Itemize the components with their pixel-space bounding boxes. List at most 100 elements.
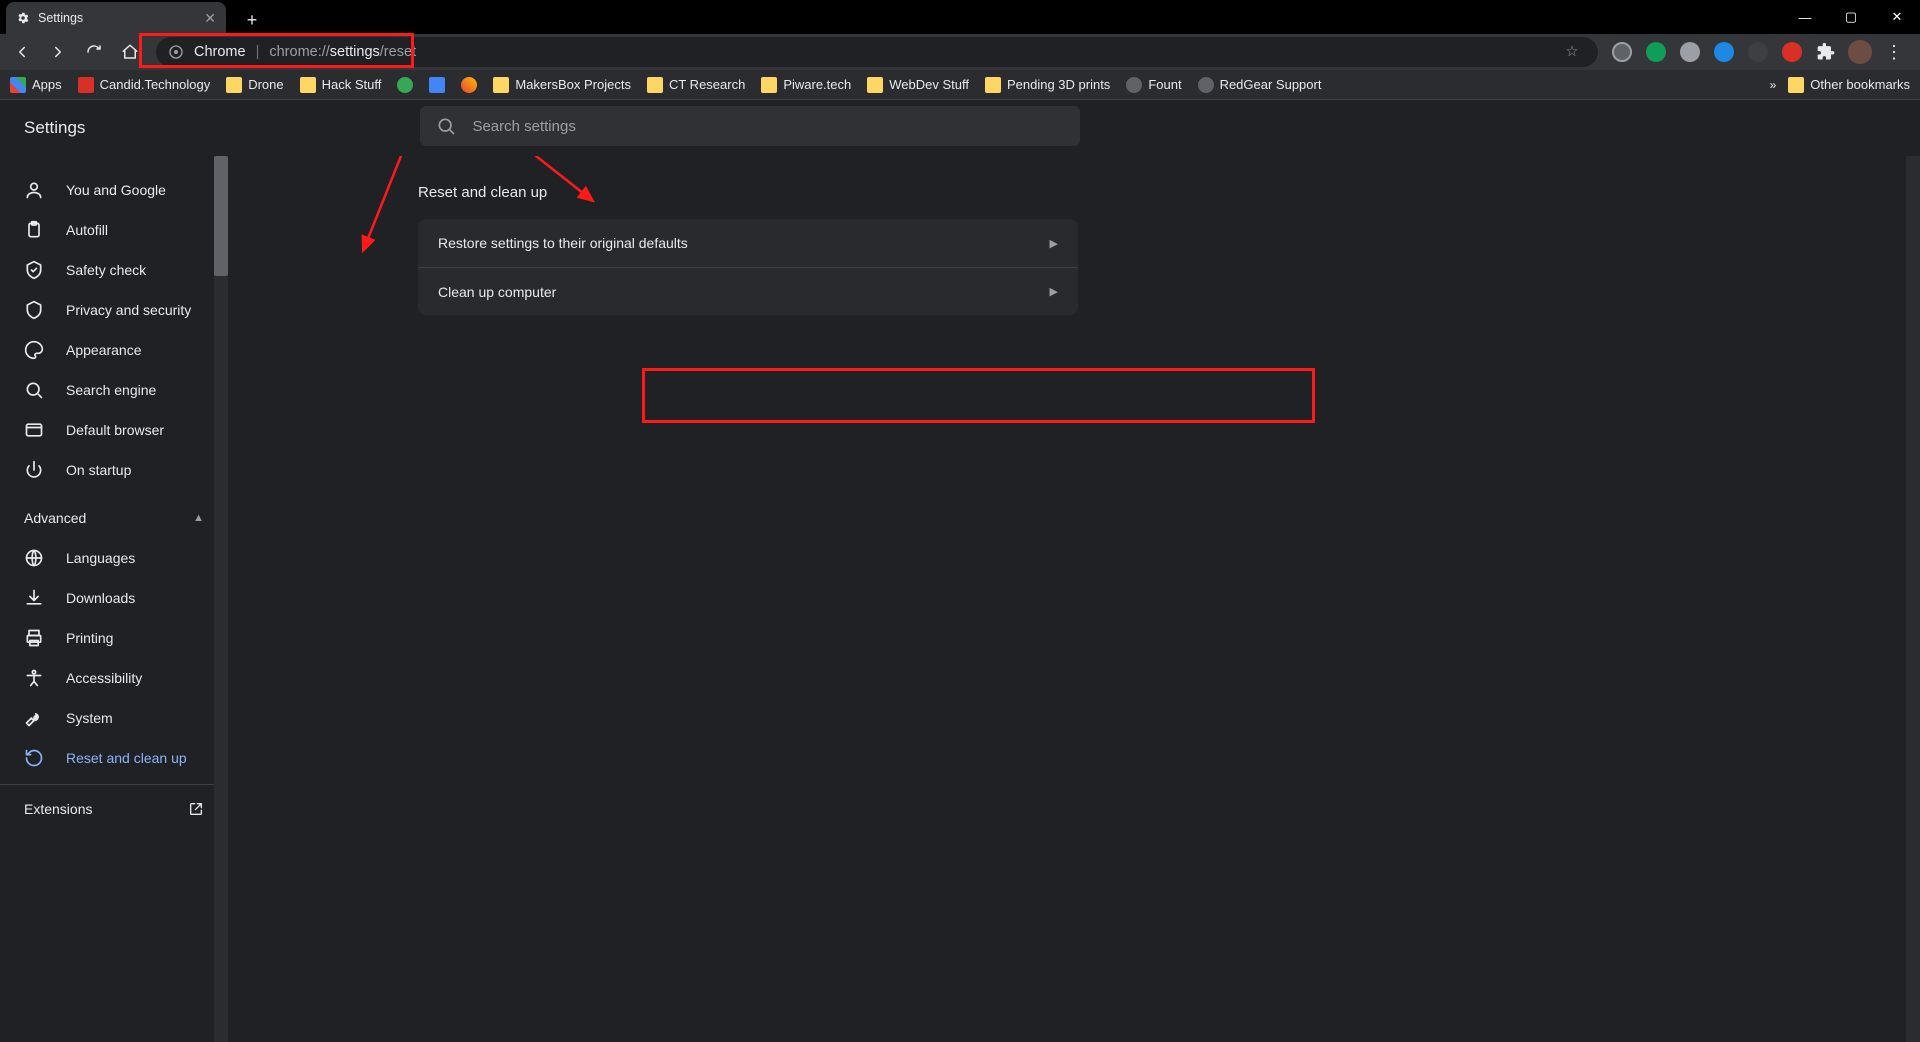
folder-icon	[226, 77, 242, 93]
folder-icon	[761, 77, 777, 93]
settings-search[interactable]: Search settings	[420, 106, 1080, 146]
extension-icon-2[interactable]	[1642, 38, 1670, 66]
row-restore-settings[interactable]: Restore settings to their original defau…	[418, 219, 1078, 267]
window-controls: — ▢ ✕	[1782, 0, 1920, 34]
sidebar-item-printing[interactable]: Printing	[0, 618, 228, 658]
search-placeholder: Search settings	[472, 118, 575, 135]
bookmark-item[interactable]	[397, 77, 413, 93]
browser-tab[interactable]: Settings ✕	[6, 2, 226, 34]
bookmark-item[interactable]	[461, 77, 477, 93]
bookmark-item[interactable]: Fount	[1126, 77, 1181, 93]
tab-strip: Settings ✕ + — ▢ ✕	[0, 0, 1920, 34]
bookmark-item[interactable]: MakersBox Projects	[493, 77, 631, 93]
omnibox-origin-label: Chrome	[194, 44, 246, 60]
forward-button[interactable]	[42, 36, 74, 68]
power-icon	[24, 460, 44, 480]
folder-icon	[493, 77, 509, 93]
sidebar-item-languages[interactable]: Languages	[0, 538, 228, 578]
shield-check-icon	[24, 260, 44, 280]
sidebar-item-safety-check[interactable]: Safety check	[0, 250, 228, 290]
extension-icon-5[interactable]	[1744, 38, 1772, 66]
address-bar[interactable]: Chrome | chrome://settings/reset ☆	[156, 37, 1598, 67]
bookmark-apps[interactable]: Apps	[10, 77, 62, 93]
extensions-menu-icon[interactable]	[1812, 38, 1840, 66]
folder-icon	[300, 77, 316, 93]
profile-avatar[interactable]	[1846, 38, 1874, 66]
settings-card: Restore settings to their original defau…	[418, 219, 1078, 315]
bookmark-star-icon[interactable]: ☆	[1558, 38, 1586, 66]
sidebar-item-reset-cleanup[interactable]: Reset and clean up	[0, 738, 228, 778]
back-button[interactable]	[6, 36, 38, 68]
extension-icon-4[interactable]	[1710, 38, 1738, 66]
folder-icon	[985, 77, 1001, 93]
restore-icon	[24, 748, 44, 768]
chevron-up-icon: ▲	[193, 512, 204, 524]
apps-icon	[10, 77, 26, 93]
bookmarks-overflow-button[interactable]: »	[1770, 78, 1777, 92]
sidebar-item-default-browser[interactable]: Default browser	[0, 410, 228, 450]
bookmark-item[interactable]: Drone	[226, 77, 283, 93]
bookmarks-bar: Apps Candid.Technology Drone Hack Stuff …	[0, 70, 1920, 100]
row-clean-up-computer[interactable]: Clean up computer ▶	[418, 267, 1078, 315]
settings-header: Settings Search settings	[0, 100, 1920, 156]
chrome-menu-button[interactable]: ⋮	[1880, 38, 1908, 66]
main-scrollbar-track	[1906, 156, 1920, 1042]
print-icon	[24, 628, 44, 648]
bookmark-item[interactable]: CT Research	[647, 77, 745, 93]
sidebar-item-extensions[interactable]: Extensions	[0, 784, 228, 832]
settings-main: Reset and clean up Restore settings to t…	[228, 156, 1920, 1042]
sidebar-item-autofill[interactable]: Autofill	[0, 210, 228, 250]
extension-icon-1[interactable]	[1608, 38, 1636, 66]
reload-button[interactable]	[78, 36, 110, 68]
bookmark-item[interactable]	[429, 77, 445, 93]
sidebar-item-appearance[interactable]: Appearance	[0, 330, 228, 370]
person-icon	[24, 180, 44, 200]
minimize-button[interactable]: —	[1782, 0, 1828, 34]
bookmark-item[interactable]: RedGear Support	[1198, 77, 1322, 93]
sidebar-advanced-toggle[interactable]: Advanced▲	[0, 498, 228, 538]
close-window-button[interactable]: ✕	[1874, 0, 1920, 34]
sidebar-item-you-and-google[interactable]: You and Google	[0, 170, 228, 210]
site-icon	[461, 77, 477, 93]
bookmark-item[interactable]: Candid.Technology	[78, 77, 211, 93]
home-button[interactable]	[114, 36, 146, 68]
sidebar-item-on-startup[interactable]: On startup	[0, 450, 228, 490]
folder-icon	[867, 77, 883, 93]
maximize-button[interactable]: ▢	[1828, 0, 1874, 34]
site-icon	[1126, 77, 1142, 93]
sidebar-item-downloads[interactable]: Downloads	[0, 578, 228, 618]
other-bookmarks[interactable]: Other bookmarks	[1788, 77, 1910, 93]
close-tab-icon[interactable]: ✕	[204, 10, 216, 27]
settings-sidebar: You and Google Autofill Safety check Pri…	[0, 156, 228, 1042]
extension-icons: ⋮	[1608, 38, 1908, 66]
sidebar-item-system[interactable]: System	[0, 698, 228, 738]
folder-icon	[1788, 77, 1804, 93]
chevron-right-icon: ▶	[1050, 285, 1058, 298]
toolbar: Chrome | chrome://settings/reset ☆ ⋮	[0, 34, 1920, 70]
omnibox-separator: |	[256, 44, 260, 60]
extension-icon-3[interactable]	[1676, 38, 1704, 66]
browser-icon	[24, 420, 44, 440]
globe-icon	[24, 548, 44, 568]
clipboard-icon	[24, 220, 44, 240]
download-icon	[24, 588, 44, 608]
folder-icon	[78, 77, 94, 93]
folder-icon	[647, 77, 663, 93]
sidebar-item-accessibility[interactable]: Accessibility	[0, 658, 228, 698]
open-external-icon	[188, 801, 204, 817]
extension-icon-6[interactable]	[1778, 38, 1806, 66]
sidebar-item-privacy-security[interactable]: Privacy and security	[0, 290, 228, 330]
site-info-icon[interactable]	[168, 44, 184, 60]
bookmark-item[interactable]: Piware.tech	[761, 77, 851, 93]
bookmark-item[interactable]: Pending 3D prints	[985, 77, 1110, 93]
accessibility-icon	[24, 668, 44, 688]
palette-icon	[24, 340, 44, 360]
new-tab-button[interactable]: +	[238, 6, 266, 34]
bookmark-item[interactable]: WebDev Stuff	[867, 77, 969, 93]
sidebar-item-search-engine[interactable]: Search engine	[0, 370, 228, 410]
site-icon	[429, 77, 445, 93]
sidebar-scrollbar-thumb[interactable]	[214, 156, 228, 276]
site-icon	[1198, 77, 1214, 93]
bookmark-item[interactable]: Hack Stuff	[300, 77, 382, 93]
shield-icon	[24, 300, 44, 320]
